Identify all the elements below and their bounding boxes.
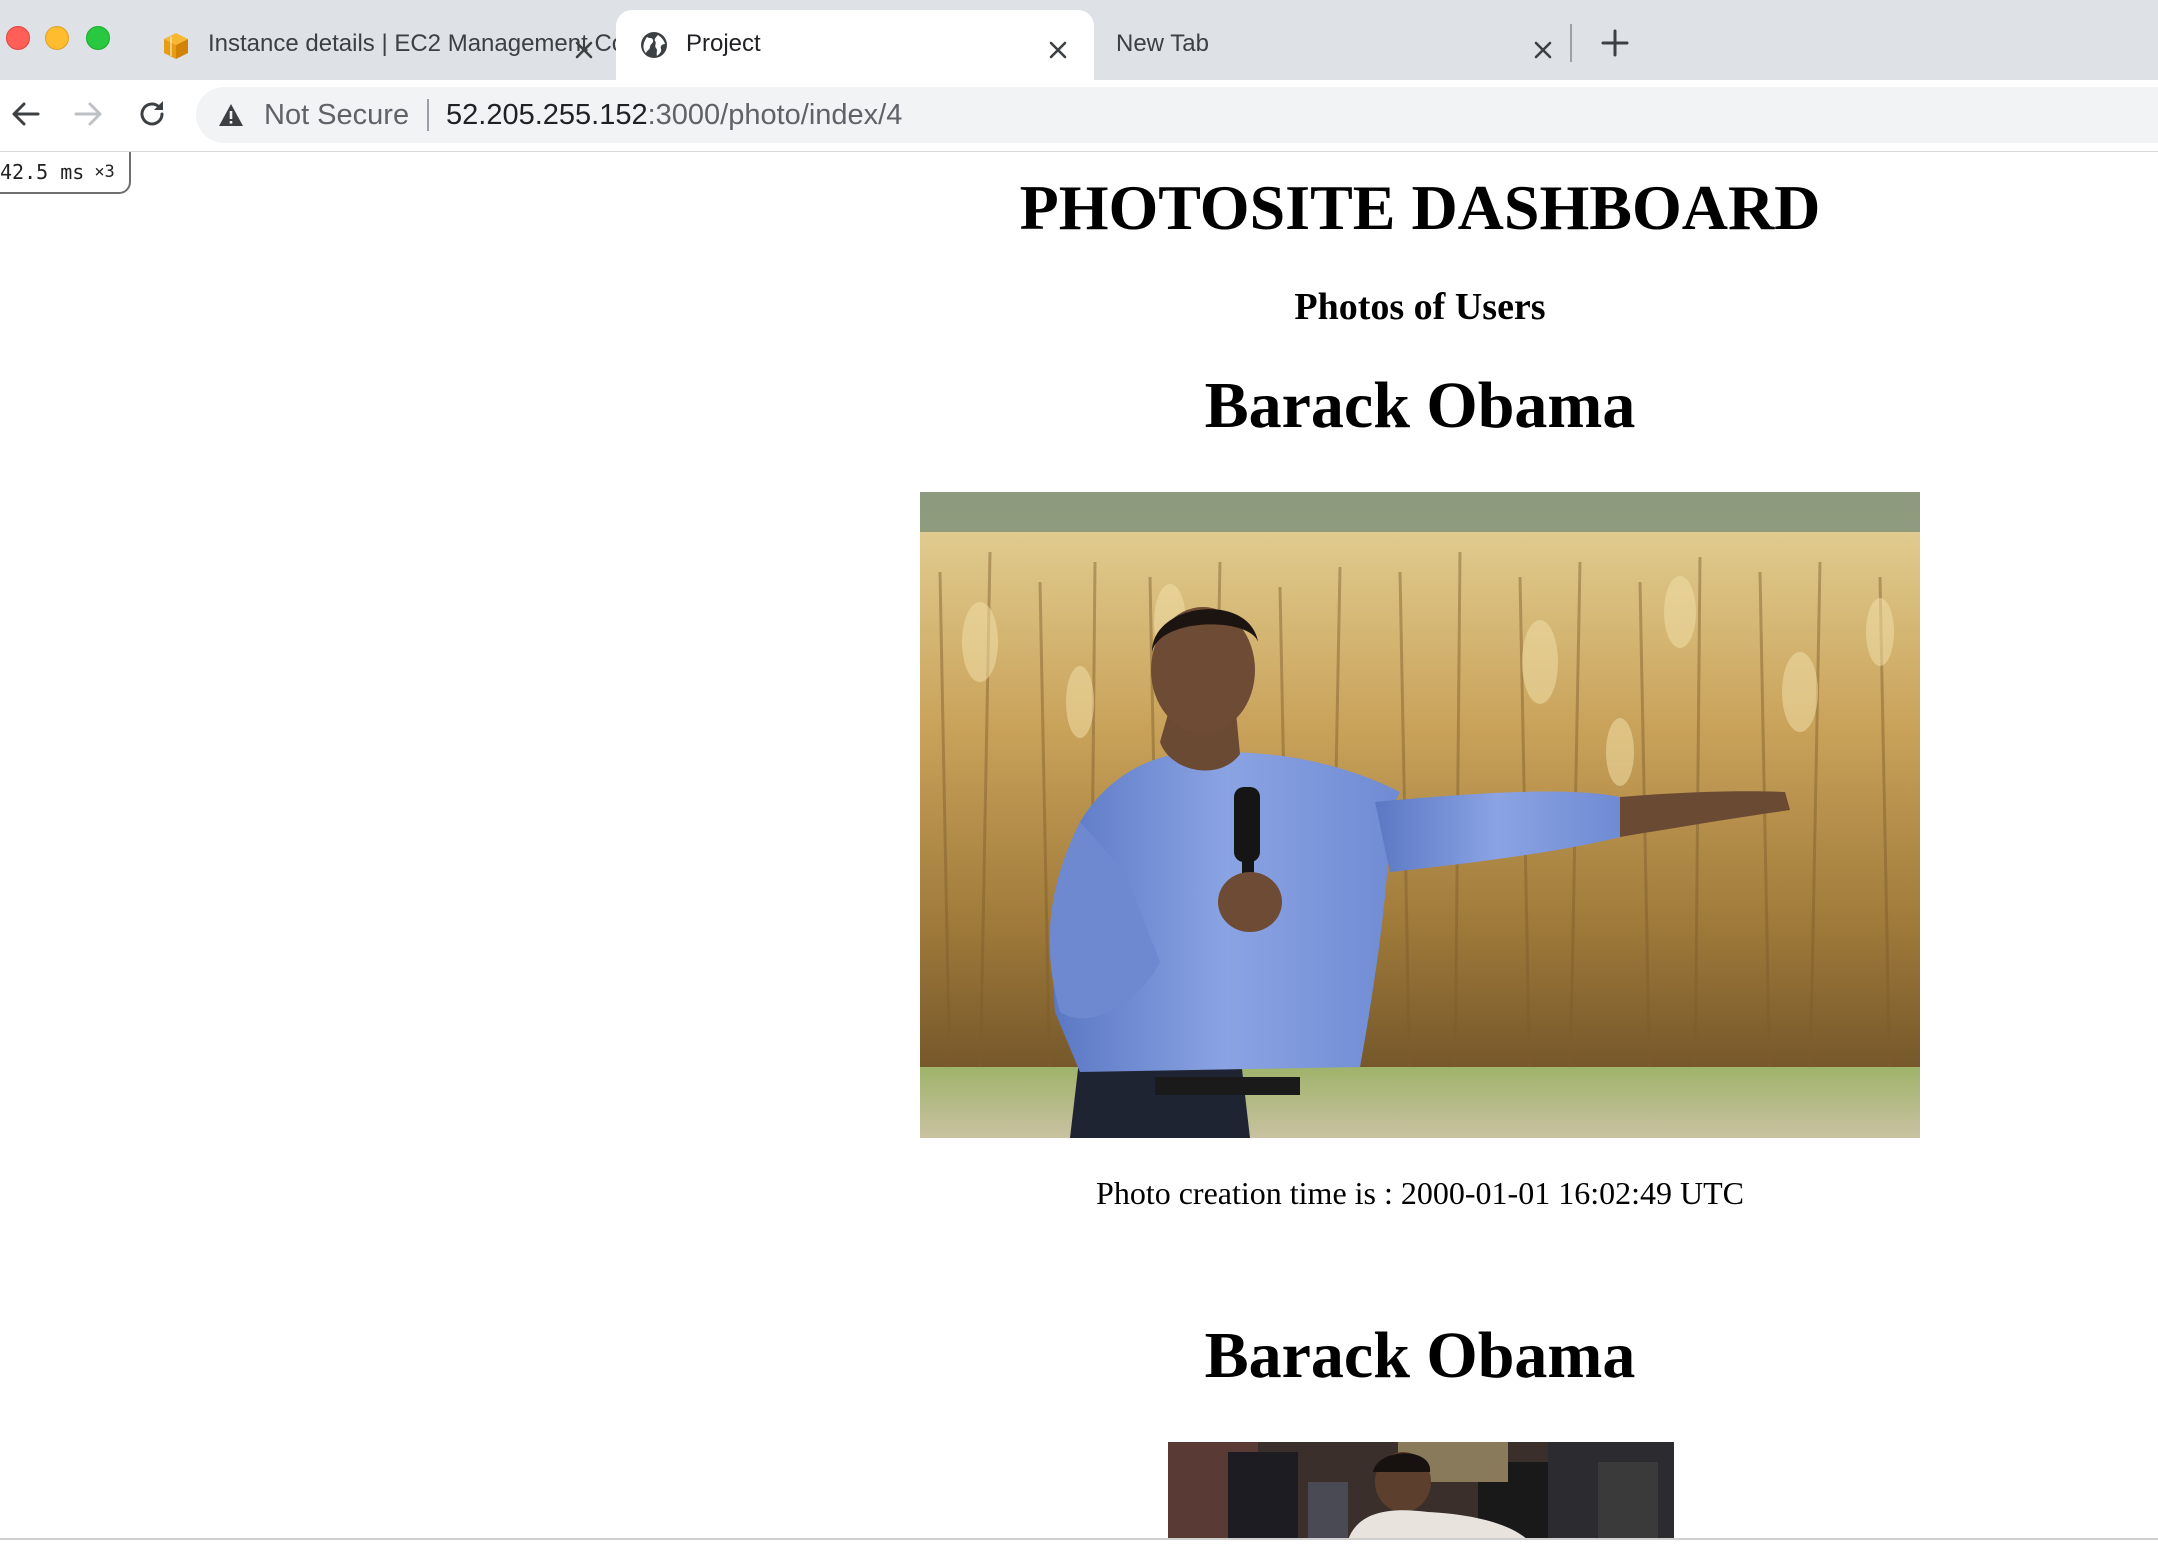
close-icon[interactable]	[1534, 38, 1552, 59]
warning-triangle-icon[interactable]	[218, 103, 244, 132]
viewport-bottom-border	[0, 1538, 2158, 1540]
tab-label: New Tab	[1116, 30, 1209, 57]
aws-cube-icon	[160, 30, 192, 69]
back-arrow-icon[interactable]	[8, 96, 44, 132]
close-icon[interactable]	[1049, 38, 1067, 59]
url-host: 52.205.255.152	[446, 99, 648, 131]
security-status-label[interactable]: Not Secure	[264, 99, 409, 132]
page-title: PHOTOSITE DASHBOARD	[1019, 172, 1821, 243]
tab-ec2-instance-details[interactable]: Instance details | EC2 Management Consol…	[150, 10, 683, 80]
user-photo	[920, 492, 1920, 1138]
new-tab-plus-icon[interactable]	[1600, 28, 1630, 58]
photo-user-name: Barack Obama	[1204, 1319, 1636, 1392]
tab-new-tab[interactable]: New Tab	[1094, 10, 1574, 80]
forward-arrow-icon[interactable]	[70, 96, 106, 132]
url-text[interactable]: 52.205.255.152:3000/photo/index/4	[446, 99, 902, 132]
maximize-window-button[interactable]	[86, 26, 110, 50]
tab-project[interactable]: Project	[616, 10, 1094, 80]
page-subtitle: Photos of Users	[1294, 286, 1546, 328]
close-icon[interactable]	[575, 38, 593, 59]
address-bar[interactable]: Not Secure 52.205.255.152:3000/photo/ind…	[196, 87, 2158, 143]
photo-creation-time: Photo creation time is : 2000-01-01 16:0…	[1096, 1175, 1744, 1211]
globe-icon	[638, 29, 670, 68]
user-photo	[1168, 1442, 1674, 1540]
url-path: :3000/photo/index/4	[647, 99, 903, 131]
browser-toolbar: Not Secure 52.205.255.152:3000/photo/ind…	[0, 80, 2158, 152]
page-content: PHOTOSITE DASHBOARD Photos of Users Bara…	[0, 153, 2158, 1540]
close-window-button[interactable]	[6, 26, 30, 50]
photo-user-name: Barack Obama	[1204, 369, 1636, 442]
tab-divider	[1570, 24, 1572, 62]
tab-label: Project	[686, 30, 761, 57]
minimize-window-button[interactable]	[45, 26, 69, 50]
tab-strip: Instance details | EC2 Management Consol…	[0, 0, 2158, 80]
omnibox-divider	[427, 99, 429, 131]
reload-icon[interactable]	[134, 96, 170, 132]
